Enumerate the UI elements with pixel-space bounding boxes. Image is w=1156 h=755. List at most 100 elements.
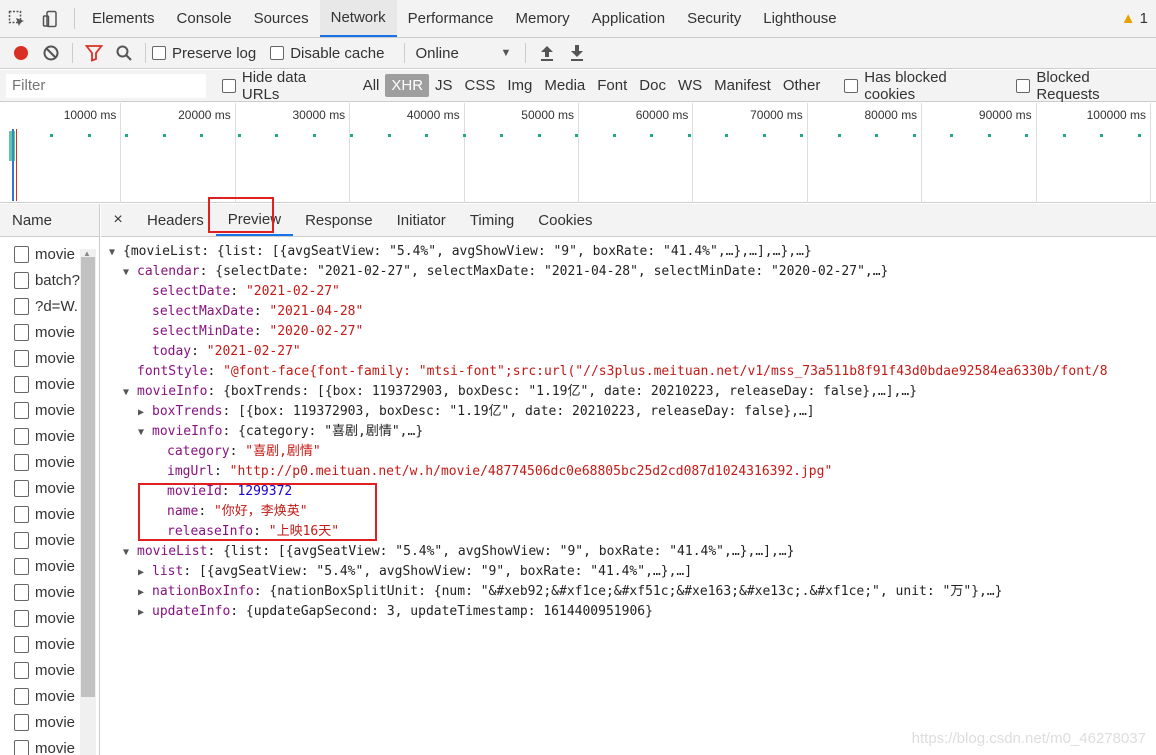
expand-arrow-right-icon[interactable]: ▶ xyxy=(138,403,152,423)
hide-data-urls-checkbox[interactable]: Hide data URLs xyxy=(222,69,347,103)
record-button[interactable] xyxy=(6,40,36,66)
clear-button[interactable] xyxy=(36,40,66,66)
request-row[interactable]: movie xyxy=(0,631,80,657)
filter-type-font[interactable]: Font xyxy=(591,74,633,97)
filter-type-manifest[interactable]: Manifest xyxy=(708,74,777,97)
tab-console[interactable]: Console xyxy=(166,0,243,37)
filter-input[interactable] xyxy=(6,73,206,98)
request-row[interactable]: movie xyxy=(0,683,80,709)
expand-arrow-down-icon[interactable]: ▼ xyxy=(123,543,137,563)
name-column-header[interactable]: Name xyxy=(0,204,99,237)
detail-tab-cookies[interactable]: Cookies xyxy=(526,204,604,236)
json-tree-node: fontStyle: "@font-face{font-family: "mts… xyxy=(137,362,1108,382)
inspect-element-icon[interactable] xyxy=(0,0,34,37)
filter-type-media[interactable]: Media xyxy=(538,74,591,97)
tab-network[interactable]: Network xyxy=(319,0,397,37)
timeline-request-marker xyxy=(763,134,766,137)
checkbox-box[interactable] xyxy=(152,46,166,60)
expand-arrow-right-icon[interactable]: ▶ xyxy=(138,603,152,623)
preserve-log-checkbox[interactable]: Preserve log xyxy=(152,45,256,62)
tab-elements[interactable]: Elements xyxy=(81,0,166,37)
request-row[interactable]: movie xyxy=(0,319,80,345)
filter-type-other[interactable]: Other xyxy=(777,74,827,97)
tab-sources[interactable]: Sources xyxy=(243,0,320,37)
request-row[interactable]: movie xyxy=(0,475,80,501)
import-har-button[interactable] xyxy=(532,40,562,66)
json-tree-node[interactable]: ▼ movieInfo: {category: "喜剧,剧情",…} xyxy=(138,422,423,442)
expand-arrow-right-icon[interactable]: ▶ xyxy=(138,563,152,583)
tab-lighthouse[interactable]: Lighthouse xyxy=(752,0,847,37)
json-tree-node[interactable]: ▶ boxTrends: [{box: 119372903, boxDesc: "… xyxy=(138,402,815,422)
tab-security[interactable]: Security xyxy=(676,0,752,37)
json-key: updateInfo xyxy=(152,604,231,619)
expand-arrow-down-icon[interactable]: ▼ xyxy=(109,243,123,263)
filter-type-img[interactable]: Img xyxy=(501,74,538,97)
tab-application[interactable]: Application xyxy=(581,0,676,37)
request-row[interactable]: movie xyxy=(0,449,80,475)
json-tree-node[interactable]: ▶ list: [{avgSeatView: "5.4%", avgShowVie… xyxy=(138,562,692,582)
tab-performance[interactable]: Performance xyxy=(397,0,505,37)
checkbox-box[interactable] xyxy=(844,78,859,93)
request-row[interactable]: ?d=W. xyxy=(0,293,80,319)
request-row[interactable]: movie xyxy=(0,709,80,735)
expand-arrow-right-icon[interactable]: ▶ xyxy=(138,583,152,603)
close-icon[interactable]: × xyxy=(101,204,135,236)
search-button[interactable] xyxy=(109,40,139,66)
request-type-icon xyxy=(14,323,29,341)
has-blocked-cookies-checkbox[interactable]: Has blocked cookies xyxy=(844,69,1000,103)
request-row[interactable]: movie xyxy=(0,579,80,605)
checkbox-box[interactable] xyxy=(222,78,236,93)
filter-type-all[interactable]: All xyxy=(357,74,386,97)
expand-arrow-down-icon[interactable]: ▼ xyxy=(123,263,137,283)
request-row[interactable]: movie xyxy=(0,345,80,371)
disable-cache-checkbox[interactable]: Disable cache xyxy=(270,45,384,62)
checkbox-box[interactable] xyxy=(1016,78,1031,93)
request-row[interactable]: movie xyxy=(0,735,80,755)
json-tree-node[interactable]: ▼ calendar: {selectDate: "2021-02-27", se… xyxy=(123,262,888,282)
filter-type-doc[interactable]: Doc xyxy=(633,74,672,97)
detail-tab-response[interactable]: Response xyxy=(293,204,385,236)
checkbox-box[interactable] xyxy=(270,46,285,60)
request-row[interactable]: movie xyxy=(0,501,80,527)
warnings-counter[interactable]: ▲ 1 xyxy=(1121,0,1156,37)
json-tree-node[interactable]: ▼ movieList: {list: [{avgSeatView: "5.4%"… xyxy=(123,542,794,562)
clear-icon xyxy=(43,45,59,61)
request-row[interactable]: movie xyxy=(0,553,80,579)
timeline-request-marker xyxy=(688,134,691,137)
highlight-box-movie-fields xyxy=(138,483,377,541)
detail-tab-initiator[interactable]: Initiator xyxy=(385,204,458,236)
expand-arrow-down-icon[interactable]: ▼ xyxy=(138,423,152,443)
expand-arrow-down-icon[interactable]: ▼ xyxy=(123,383,137,403)
request-row[interactable]: movie xyxy=(0,423,80,449)
device-toolbar-icon[interactable] xyxy=(34,0,68,37)
json-tree-node[interactable]: ▶ updateInfo: {updateGapSecond: 3, update… xyxy=(138,602,653,622)
detail-tab-timing[interactable]: Timing xyxy=(458,204,526,236)
filter-toggle-button[interactable] xyxy=(79,40,109,66)
filter-type-ws[interactable]: WS xyxy=(672,74,708,97)
throttling-select[interactable]: Online ▼ xyxy=(411,45,511,62)
request-row[interactable]: movie xyxy=(0,371,80,397)
filter-type-css[interactable]: CSS xyxy=(459,74,502,97)
request-row[interactable]: movie xyxy=(0,605,80,631)
request-row[interactable]: movie xyxy=(0,527,80,553)
json-tree-node[interactable]: ▼ {movieList: {list: [{avgSeatView: "5.4%… xyxy=(109,242,812,262)
filter-type-xhr[interactable]: XHR xyxy=(385,74,430,97)
request-name: movie xyxy=(35,635,76,653)
timeline-tick-label: 50000 ms xyxy=(521,108,574,122)
request-row[interactable]: movie xyxy=(0,397,80,423)
detail-tab-headers[interactable]: Headers xyxy=(135,204,216,236)
timeline-overview[interactable]: 10000 ms 20000 ms 30000 ms 40000 ms 50000 ms… xyxy=(0,103,1156,203)
scrollbar-thumb[interactable] xyxy=(81,257,95,697)
request-name: movie xyxy=(35,479,76,497)
request-row[interactable]: movie xyxy=(0,657,80,683)
tab-memory[interactable]: Memory xyxy=(505,0,581,37)
filter-type-js[interactable]: JS xyxy=(429,74,459,97)
export-har-button[interactable] xyxy=(562,40,592,66)
request-list-scrollbar[interactable]: ▲ xyxy=(80,249,96,755)
json-tree-node[interactable]: ▶ nationBoxInfo: {nationBoxSplitUnit: {nu… xyxy=(138,582,1002,602)
blocked-requests-checkbox[interactable]: Blocked Requests xyxy=(1016,69,1156,103)
json-tree-node[interactable]: ▼ movieInfo: {boxTrends: [{box: 119372903… xyxy=(123,382,917,402)
request-row[interactable]: movie xyxy=(0,241,80,267)
timeline-tick-label: 60000 ms xyxy=(635,108,689,122)
request-row[interactable]: batch? xyxy=(0,267,80,293)
